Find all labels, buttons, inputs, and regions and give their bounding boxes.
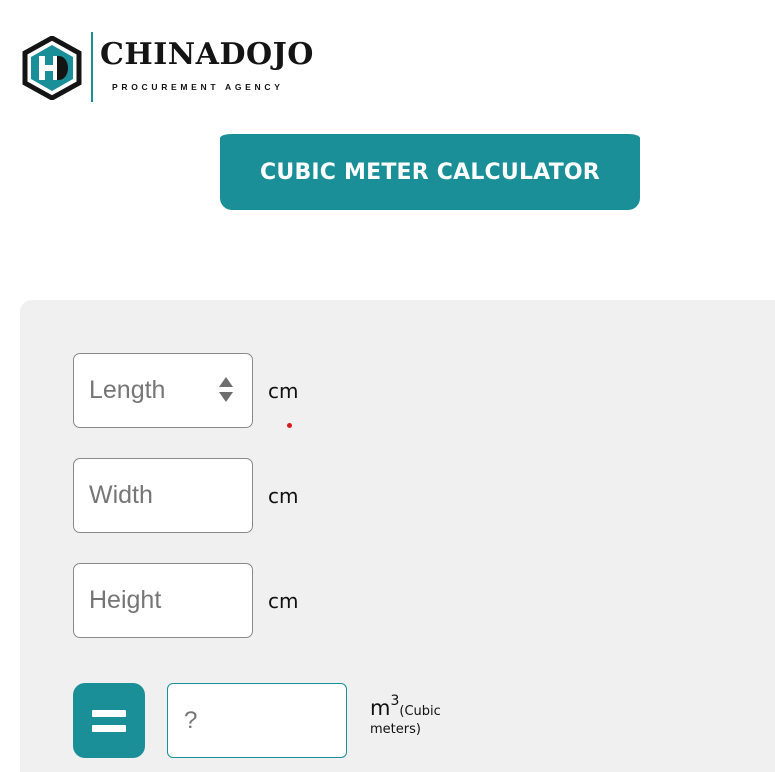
result-unit-label: m3(Cubic meters) <box>370 693 480 737</box>
calculator-title-button[interactable]: CUBIC METER CALCULATOR <box>220 134 640 210</box>
brand-logo[interactable]: CHINADOJO PROCUREMENT AGENCY <box>22 32 322 104</box>
logo-name: CHINADOJO <box>100 37 314 72</box>
equals-icon <box>92 709 126 732</box>
width-input[interactable] <box>73 458 253 533</box>
stepper-down-icon[interactable] <box>219 392 233 402</box>
width-unit-label: cm <box>268 484 299 508</box>
calculate-button[interactable] <box>73 683 145 758</box>
logo-tagline: PROCUREMENT AGENCY <box>112 82 284 92</box>
result-unit-base: m <box>370 696 391 720</box>
result-field[interactable] <box>167 683 347 758</box>
length-unit-label: cm <box>268 379 299 403</box>
result-unit-exponent: 3 <box>390 693 400 709</box>
height-input[interactable] <box>73 563 253 638</box>
stepper-up-icon[interactable] <box>219 377 233 387</box>
logo-divider <box>91 32 93 102</box>
result-unit-desc-1: (Cubic <box>399 704 441 719</box>
page: CHINADOJO PROCUREMENT AGENCY CUBIC METER… <box>0 0 775 772</box>
result-unit-desc-2: meters) <box>370 722 421 737</box>
length-stepper[interactable] <box>218 377 234 405</box>
indicator-dot <box>287 423 292 428</box>
height-unit-label: cm <box>268 589 299 613</box>
hd-hexagon-logo-icon <box>22 36 82 100</box>
